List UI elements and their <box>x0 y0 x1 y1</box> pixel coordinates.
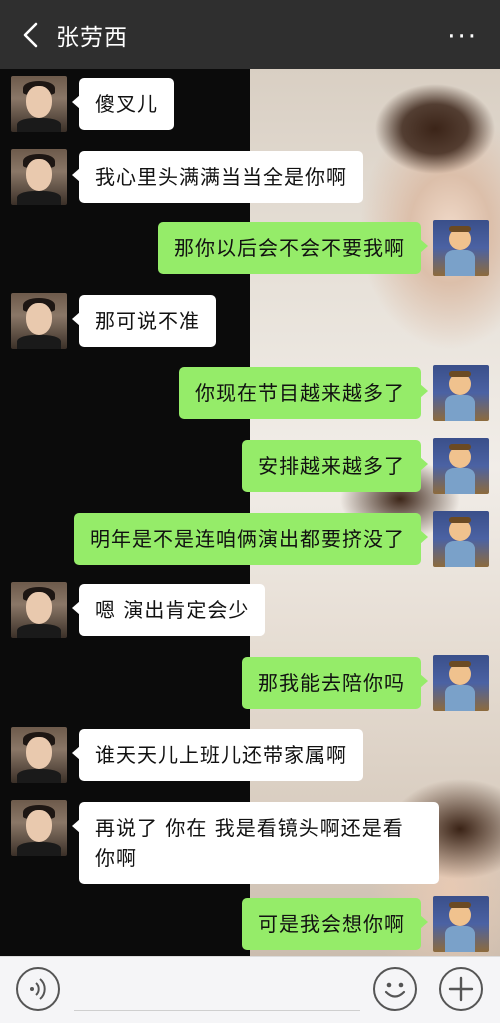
my-avatar[interactable] <box>433 438 489 494</box>
my-avatar[interactable] <box>433 365 489 421</box>
more-dots-icon: ··· <box>447 22 478 52</box>
chat-title: 张劳西 <box>56 25 128 51</box>
voice-button[interactable] <box>16 967 60 1011</box>
message-row: 再说了 你在 我是看镜头啊还是看你啊 <box>0 800 500 884</box>
plus-button[interactable] <box>439 967 483 1011</box>
message-input[interactable] <box>74 1010 360 1011</box>
message-bubble-received[interactable]: 嗯 演出肯定会少 <box>71 584 266 636</box>
message-row: 那你以后会不会不要我啊 <box>0 220 500 276</box>
message-row: 谁天天儿上班儿还带家属啊 <box>0 727 500 783</box>
friend-avatar[interactable] <box>11 727 67 783</box>
my-avatar[interactable] <box>433 896 489 952</box>
more-button[interactable]: ··· <box>447 22 478 52</box>
message-row: 明年是不是连咱俩演出都要挤没了 <box>0 511 500 567</box>
message-bubble-sent[interactable]: 可是我会想你啊 <box>242 898 428 950</box>
my-avatar[interactable] <box>433 220 489 276</box>
back-button[interactable] <box>16 20 46 50</box>
friend-avatar[interactable] <box>11 800 67 856</box>
chevron-left-icon <box>23 22 38 48</box>
friend-avatar[interactable] <box>11 149 67 205</box>
message-row: 我心里头满满当当全是你啊 <box>0 149 500 205</box>
message-row: 那我能去陪你吗 <box>0 655 500 711</box>
emoji-button[interactable] <box>373 967 417 1011</box>
friend-avatar[interactable] <box>11 582 67 638</box>
message-bubble-received[interactable]: 我心里头满满当当全是你啊 <box>72 151 363 203</box>
message-row: 傻叉儿 <box>0 76 500 132</box>
plus-icon <box>448 976 474 1002</box>
message-bubble-sent[interactable]: 那你以后会不会不要我啊 <box>158 222 428 274</box>
voice-icon <box>30 978 46 1000</box>
message-bubble-sent[interactable]: 你现在节目越来越多了 <box>179 367 428 419</box>
message-row: 你现在节目越来越多了 <box>0 365 500 421</box>
message-row: 安排越来越多了 <box>0 438 500 494</box>
message-bubble-received[interactable]: 那可说不准 <box>72 295 216 347</box>
message-bubble-sent[interactable]: 那我能去陪你吗 <box>242 657 428 709</box>
message-row: 那可说不准 <box>0 293 500 349</box>
friend-avatar[interactable] <box>11 293 67 349</box>
friend-avatar[interactable] <box>11 76 67 132</box>
my-avatar[interactable] <box>433 655 489 711</box>
message-bubble-received[interactable]: 傻叉儿 <box>72 78 174 130</box>
message-row: 嗯 演出肯定会少 <box>0 582 500 638</box>
message-bubble-sent[interactable]: 安排越来越多了 <box>242 440 428 492</box>
top-bar: 张劳西 ··· <box>0 0 500 69</box>
chat-area[interactable]: 傻叉儿 我心里头满满当当全是你啊 那你以后会不会不要我啊 那可说不准 你现在节目… <box>0 69 500 956</box>
message-bubble-received[interactable]: 再说了 你在 我是看镜头啊还是看你啊 <box>72 802 439 884</box>
message-row: 可是我会想你啊 <box>0 896 500 952</box>
emoji-icon <box>384 982 406 998</box>
input-bar <box>0 956 500 1023</box>
message-bubble-sent[interactable]: 明年是不是连咱俩演出都要挤没了 <box>74 513 428 565</box>
message-bubble-received[interactable]: 谁天天儿上班儿还带家属啊 <box>72 729 363 781</box>
my-avatar[interactable] <box>433 511 489 567</box>
